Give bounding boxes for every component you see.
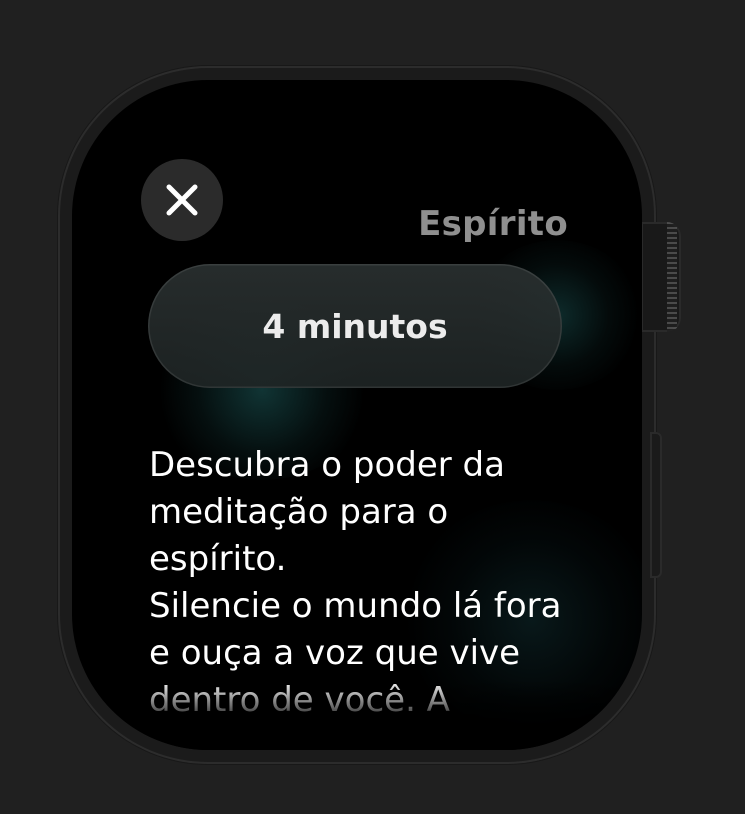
page-title: Espírito bbox=[418, 204, 568, 244]
description-paragraph: Descubra o poder da meditação para o esp… bbox=[149, 445, 505, 579]
watch-stage: Espírito 4 minutos Descubra o poder da m… bbox=[0, 0, 745, 814]
scroll-fade bbox=[72, 680, 642, 750]
duration-button[interactable]: 4 minutos bbox=[148, 264, 562, 388]
side-button[interactable] bbox=[650, 432, 662, 578]
watch-screen: Espírito 4 minutos Descubra o poder da m… bbox=[72, 80, 642, 750]
duration-label: 4 minutos bbox=[262, 306, 448, 346]
crown-ridges bbox=[667, 222, 677, 332]
digital-crown[interactable] bbox=[641, 222, 681, 332]
close-button[interactable] bbox=[141, 159, 223, 241]
close-icon bbox=[166, 184, 198, 216]
